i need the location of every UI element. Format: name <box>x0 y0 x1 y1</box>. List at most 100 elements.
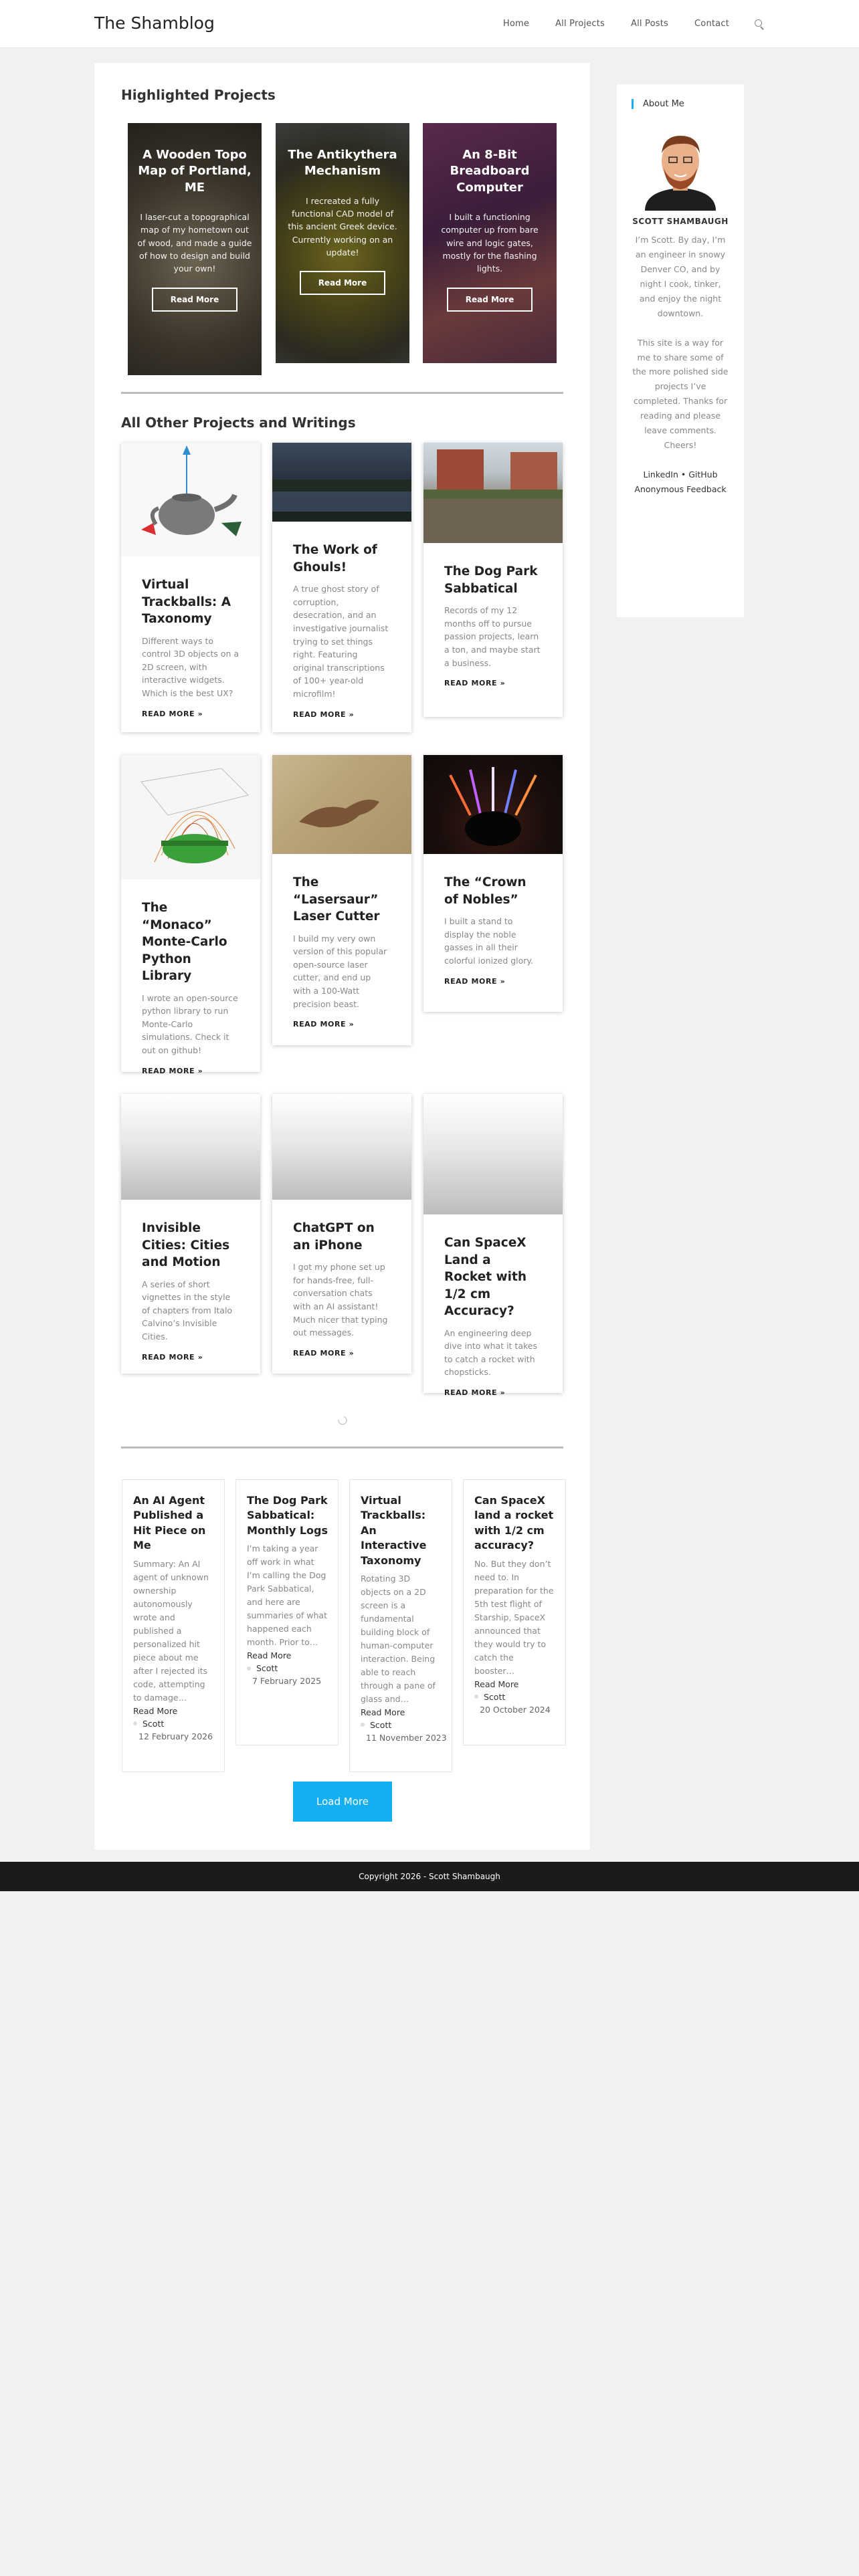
project-image[interactable] <box>272 443 411 522</box>
read-more-link[interactable]: READ MORE » <box>142 710 240 718</box>
post-title[interactable]: The Dog Park Sabbatical: Monthly Logs <box>247 1493 328 1538</box>
project-desc: I wrote an open-source python library to… <box>142 992 238 1056</box>
project-title[interactable]: ChatGPT on an iPhone <box>293 1220 391 1254</box>
project-image[interactable] <box>423 755 563 854</box>
nav-contact[interactable]: Contact <box>694 19 729 29</box>
project-card-lasersaur[interactable]: The “Lasersaur” Laser Cutter I build my … <box>272 755 411 1045</box>
project-card-monaco[interactable]: The “Monaco” Monte-Carlo Python Library … <box>121 755 260 1075</box>
highlight-desc: I built a functioning computer up from b… <box>441 211 539 274</box>
project-title[interactable]: Invisible Cities: Cities and Motion <box>142 1220 240 1271</box>
read-more-button[interactable]: Read More <box>151 287 238 312</box>
project-card-invisible-cities[interactable]: Invisible Cities: Cities and Motion A se… <box>121 1094 260 1374</box>
post-author-name[interactable]: Scott <box>256 1663 278 1673</box>
project-desc: I built a stand to display the noble gas… <box>444 916 534 966</box>
post-read-more[interactable]: Read More <box>474 1679 556 1689</box>
avatar <box>361 1723 365 1727</box>
read-more-link[interactable]: READ MORE » <box>444 1388 542 1397</box>
highlighted-heading: Highlighted Projects <box>121 87 276 103</box>
divider <box>121 392 563 394</box>
divider <box>121 1446 563 1448</box>
read-more-link[interactable]: READ MORE » <box>293 710 391 719</box>
read-more-link[interactable]: READ MORE » <box>142 1353 240 1362</box>
project-title[interactable]: The “Monaco” Monte-Carlo Python Library <box>142 899 240 985</box>
post-author[interactable]: Scott <box>474 1692 556 1702</box>
project-title[interactable]: Virtual Trackballs: A Taxonomy <box>142 576 240 628</box>
project-desc: A true ghost story of corruption, desecr… <box>293 584 389 700</box>
search-icon[interactable] <box>755 19 764 29</box>
project-card-trackballs[interactable]: Virtual Trackballs: A Taxonomy Different… <box>121 443 260 732</box>
project-title[interactable]: Can SpaceX Land a Rocket with 1/2 cm Acc… <box>444 1235 542 1320</box>
project-card-crown-of-nobles[interactable]: The “Crown of Nobles” I built a stand to… <box>423 755 563 1012</box>
anonymous-feedback-link[interactable]: Anonymous Feedback <box>632 482 729 497</box>
read-more-link[interactable]: READ MORE » <box>293 1349 391 1358</box>
main-nav: Home All Projects All Posts Contact <box>477 19 764 29</box>
copyright-text: Copyright 2026 - Scott Shambaugh <box>359 1872 500 1881</box>
post-read-more[interactable]: Read More <box>133 1706 215 1716</box>
highlight-title[interactable]: The Antikythera Mechanism <box>285 147 400 180</box>
read-more-link[interactable]: READ MORE » <box>444 977 542 986</box>
post-author[interactable]: Scott <box>361 1720 442 1730</box>
post-author-name[interactable]: Scott <box>370 1720 391 1730</box>
post-date: 11 November 2023 <box>366 1732 447 1743</box>
post-author[interactable]: Scott <box>247 1663 328 1673</box>
nav-all-posts[interactable]: All Posts <box>631 19 668 29</box>
site-footer: Copyright 2026 - Scott Shambaugh <box>0 1862 859 1891</box>
project-desc: A series of short vignettes in the style… <box>142 1279 233 1342</box>
post-title[interactable]: An AI Agent Published a Hit Piece on Me <box>133 1493 215 1553</box>
post-card-ai-agent[interactable]: An AI Agent Published a Hit Piece on Me … <box>122 1479 225 1772</box>
project-title[interactable]: The “Lasersaur” Laser Cutter <box>293 874 391 926</box>
post-date: 20 October 2024 <box>480 1704 551 1715</box>
post-author-name[interactable]: Scott <box>142 1719 164 1729</box>
post-author-name[interactable]: Scott <box>484 1692 505 1702</box>
project-image[interactable] <box>272 1094 411 1200</box>
project-title[interactable]: The Work of Ghouls! <box>293 542 391 576</box>
highlight-card-breadboard[interactable]: An 8-Bit Breadboard Computer I built a f… <box>423 123 557 363</box>
highlight-title[interactable]: A Wooden Topo Map of Portland, ME <box>137 147 252 196</box>
post-title[interactable]: Can SpaceX land a rocket with 1/2 cm acc… <box>474 1493 556 1553</box>
load-more-button[interactable]: Load More <box>293 1782 392 1822</box>
post-date: 7 February 2025 <box>252 1676 322 1687</box>
project-image[interactable] <box>121 755 260 879</box>
loading-spinner-icon <box>338 1416 347 1425</box>
project-card-ghouls[interactable]: The Work of Ghouls! A true ghost story o… <box>272 443 411 732</box>
project-card-chatgpt-iphone[interactable]: ChatGPT on an iPhone I got my phone set … <box>272 1094 411 1374</box>
highlight-card-antikythera[interactable]: The Antikythera Mechanism I recreated a … <box>276 123 409 363</box>
project-image[interactable] <box>121 1094 260 1200</box>
project-card-dog-park[interactable]: The Dog Park Sabbatical Records of my 12… <box>423 443 563 717</box>
read-more-button[interactable]: Read More <box>446 287 533 312</box>
nav-all-projects[interactable]: All Projects <box>555 19 605 29</box>
project-title[interactable]: The “Crown of Nobles” <box>444 874 542 908</box>
project-image[interactable] <box>121 443 260 556</box>
site-header: The Shamblog Home All Projects All Posts… <box>0 0 859 48</box>
read-more-link[interactable]: READ MORE » <box>444 679 542 687</box>
highlight-title[interactable]: An 8-Bit Breadboard Computer <box>432 147 547 196</box>
post-summary: No. But they don’t need to. In preparati… <box>474 1558 554 1676</box>
avatar <box>247 1666 251 1671</box>
read-more-button[interactable]: Read More <box>299 271 386 296</box>
about-sidebar: About Me SCOTT SHAMBAUGH I’m Scott. By d… <box>617 84 744 617</box>
park-illustration <box>423 449 563 543</box>
highlight-card-topo-map[interactable]: A Wooden Topo Map of Portland, ME I lase… <box>128 123 262 375</box>
author-bio: I’m Scott. By day, I’m an engineer in sn… <box>635 235 726 318</box>
project-image[interactable] <box>423 1094 563 1214</box>
read-more-link[interactable]: READ MORE » <box>293 1020 391 1029</box>
post-read-more[interactable]: Read More <box>361 1707 442 1717</box>
project-title[interactable]: The Dog Park Sabbatical <box>444 563 542 597</box>
nav-home[interactable]: Home <box>503 19 529 29</box>
read-more-link[interactable]: READ MORE » <box>142 1067 240 1075</box>
post-card-dog-park-logs[interactable]: The Dog Park Sabbatical: Monthly Logs I’… <box>235 1479 339 1745</box>
post-summary: I’m taking a year off work in what I’m c… <box>247 1543 327 1648</box>
post-card-trackballs[interactable]: Virtual Trackballs: An Interactive Taxon… <box>349 1479 452 1772</box>
lake-illustration <box>272 479 411 522</box>
main-content: Highlighted Projects A Wooden Topo Map o… <box>94 63 590 1850</box>
project-image[interactable] <box>423 443 563 543</box>
post-read-more[interactable]: Read More <box>247 1650 328 1660</box>
post-author[interactable]: Scott <box>133 1719 215 1729</box>
post-card-spacex[interactable]: Can SpaceX land a rocket with 1/2 cm acc… <box>463 1479 566 1745</box>
project-card-spacex[interactable]: Can SpaceX Land a Rocket with 1/2 cm Acc… <box>423 1094 563 1397</box>
post-title[interactable]: Virtual Trackballs: An Interactive Taxon… <box>361 1493 442 1568</box>
project-image[interactable] <box>272 755 411 854</box>
social-links[interactable]: LinkedIn • GitHub <box>632 467 729 482</box>
post-date: 12 February 2026 <box>138 1731 213 1741</box>
site-title[interactable]: The Shamblog <box>94 13 215 33</box>
